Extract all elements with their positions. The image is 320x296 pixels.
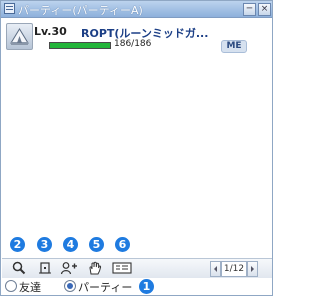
party-settings-button[interactable] — [112, 261, 132, 276]
search-icon — [12, 261, 26, 275]
radio-party[interactable] — [64, 280, 76, 292]
me-badge: ME — [221, 40, 247, 53]
page-indicator: 1/12 — [221, 261, 247, 277]
tab-party[interactable]: パーティー — [64, 279, 136, 294]
avatar — [6, 23, 33, 50]
window-icon — [4, 3, 15, 14]
invite-member-button[interactable] — [59, 261, 79, 276]
tab-friends-label: 友達 — [19, 281, 41, 294]
leave-party-button[interactable] — [35, 261, 55, 276]
minimize-button[interactable]: ─ — [243, 3, 256, 16]
close-button[interactable]: × — [258, 3, 271, 16]
callout-5: 5 — [89, 237, 104, 252]
tab-party-label: パーティー — [78, 281, 133, 294]
hand-icon — [89, 261, 102, 275]
callout-1: 1 — [139, 279, 154, 294]
party-window: パーティー(パーティーA) ─ × Lv.30 ROPT(ルーンミッドガ... … — [0, 0, 273, 296]
next-page-button[interactable] — [247, 261, 258, 277]
party-settings-icon — [112, 262, 132, 274]
callout-2: 2 — [10, 237, 25, 252]
chevron-right-icon — [251, 266, 254, 272]
radio-friends[interactable] — [5, 280, 17, 292]
chevron-left-icon — [214, 266, 217, 272]
party-toolbar: 1/12 — [2, 258, 272, 278]
prev-page-button[interactable] — [210, 261, 221, 277]
invite-icon — [60, 262, 77, 275]
member-level: Lv.30 — [34, 25, 67, 38]
leave-icon — [39, 262, 51, 274]
list-tabs: 友達 パーティー 1 — [2, 278, 272, 295]
hp-bar-fill — [50, 43, 110, 48]
hp-bar — [49, 42, 111, 49]
party-member-row[interactable]: Lv.30 ROPT(ルーンミッドガ... 186/186 ME — [3, 20, 271, 60]
callout-3: 3 — [37, 237, 52, 252]
window-title: パーティー(パーティーA) — [18, 4, 143, 17]
hp-text: 186/186 — [114, 39, 152, 49]
callout-6: 6 — [115, 237, 130, 252]
search-button[interactable] — [9, 261, 29, 276]
hand-button[interactable] — [86, 261, 106, 276]
tab-friends[interactable]: 友達 — [5, 279, 55, 294]
tent-icon — [10, 28, 29, 45]
callout-4: 4 — [63, 237, 78, 252]
title-bar[interactable]: パーティー(パーティーA) ─ × — [1, 1, 272, 18]
